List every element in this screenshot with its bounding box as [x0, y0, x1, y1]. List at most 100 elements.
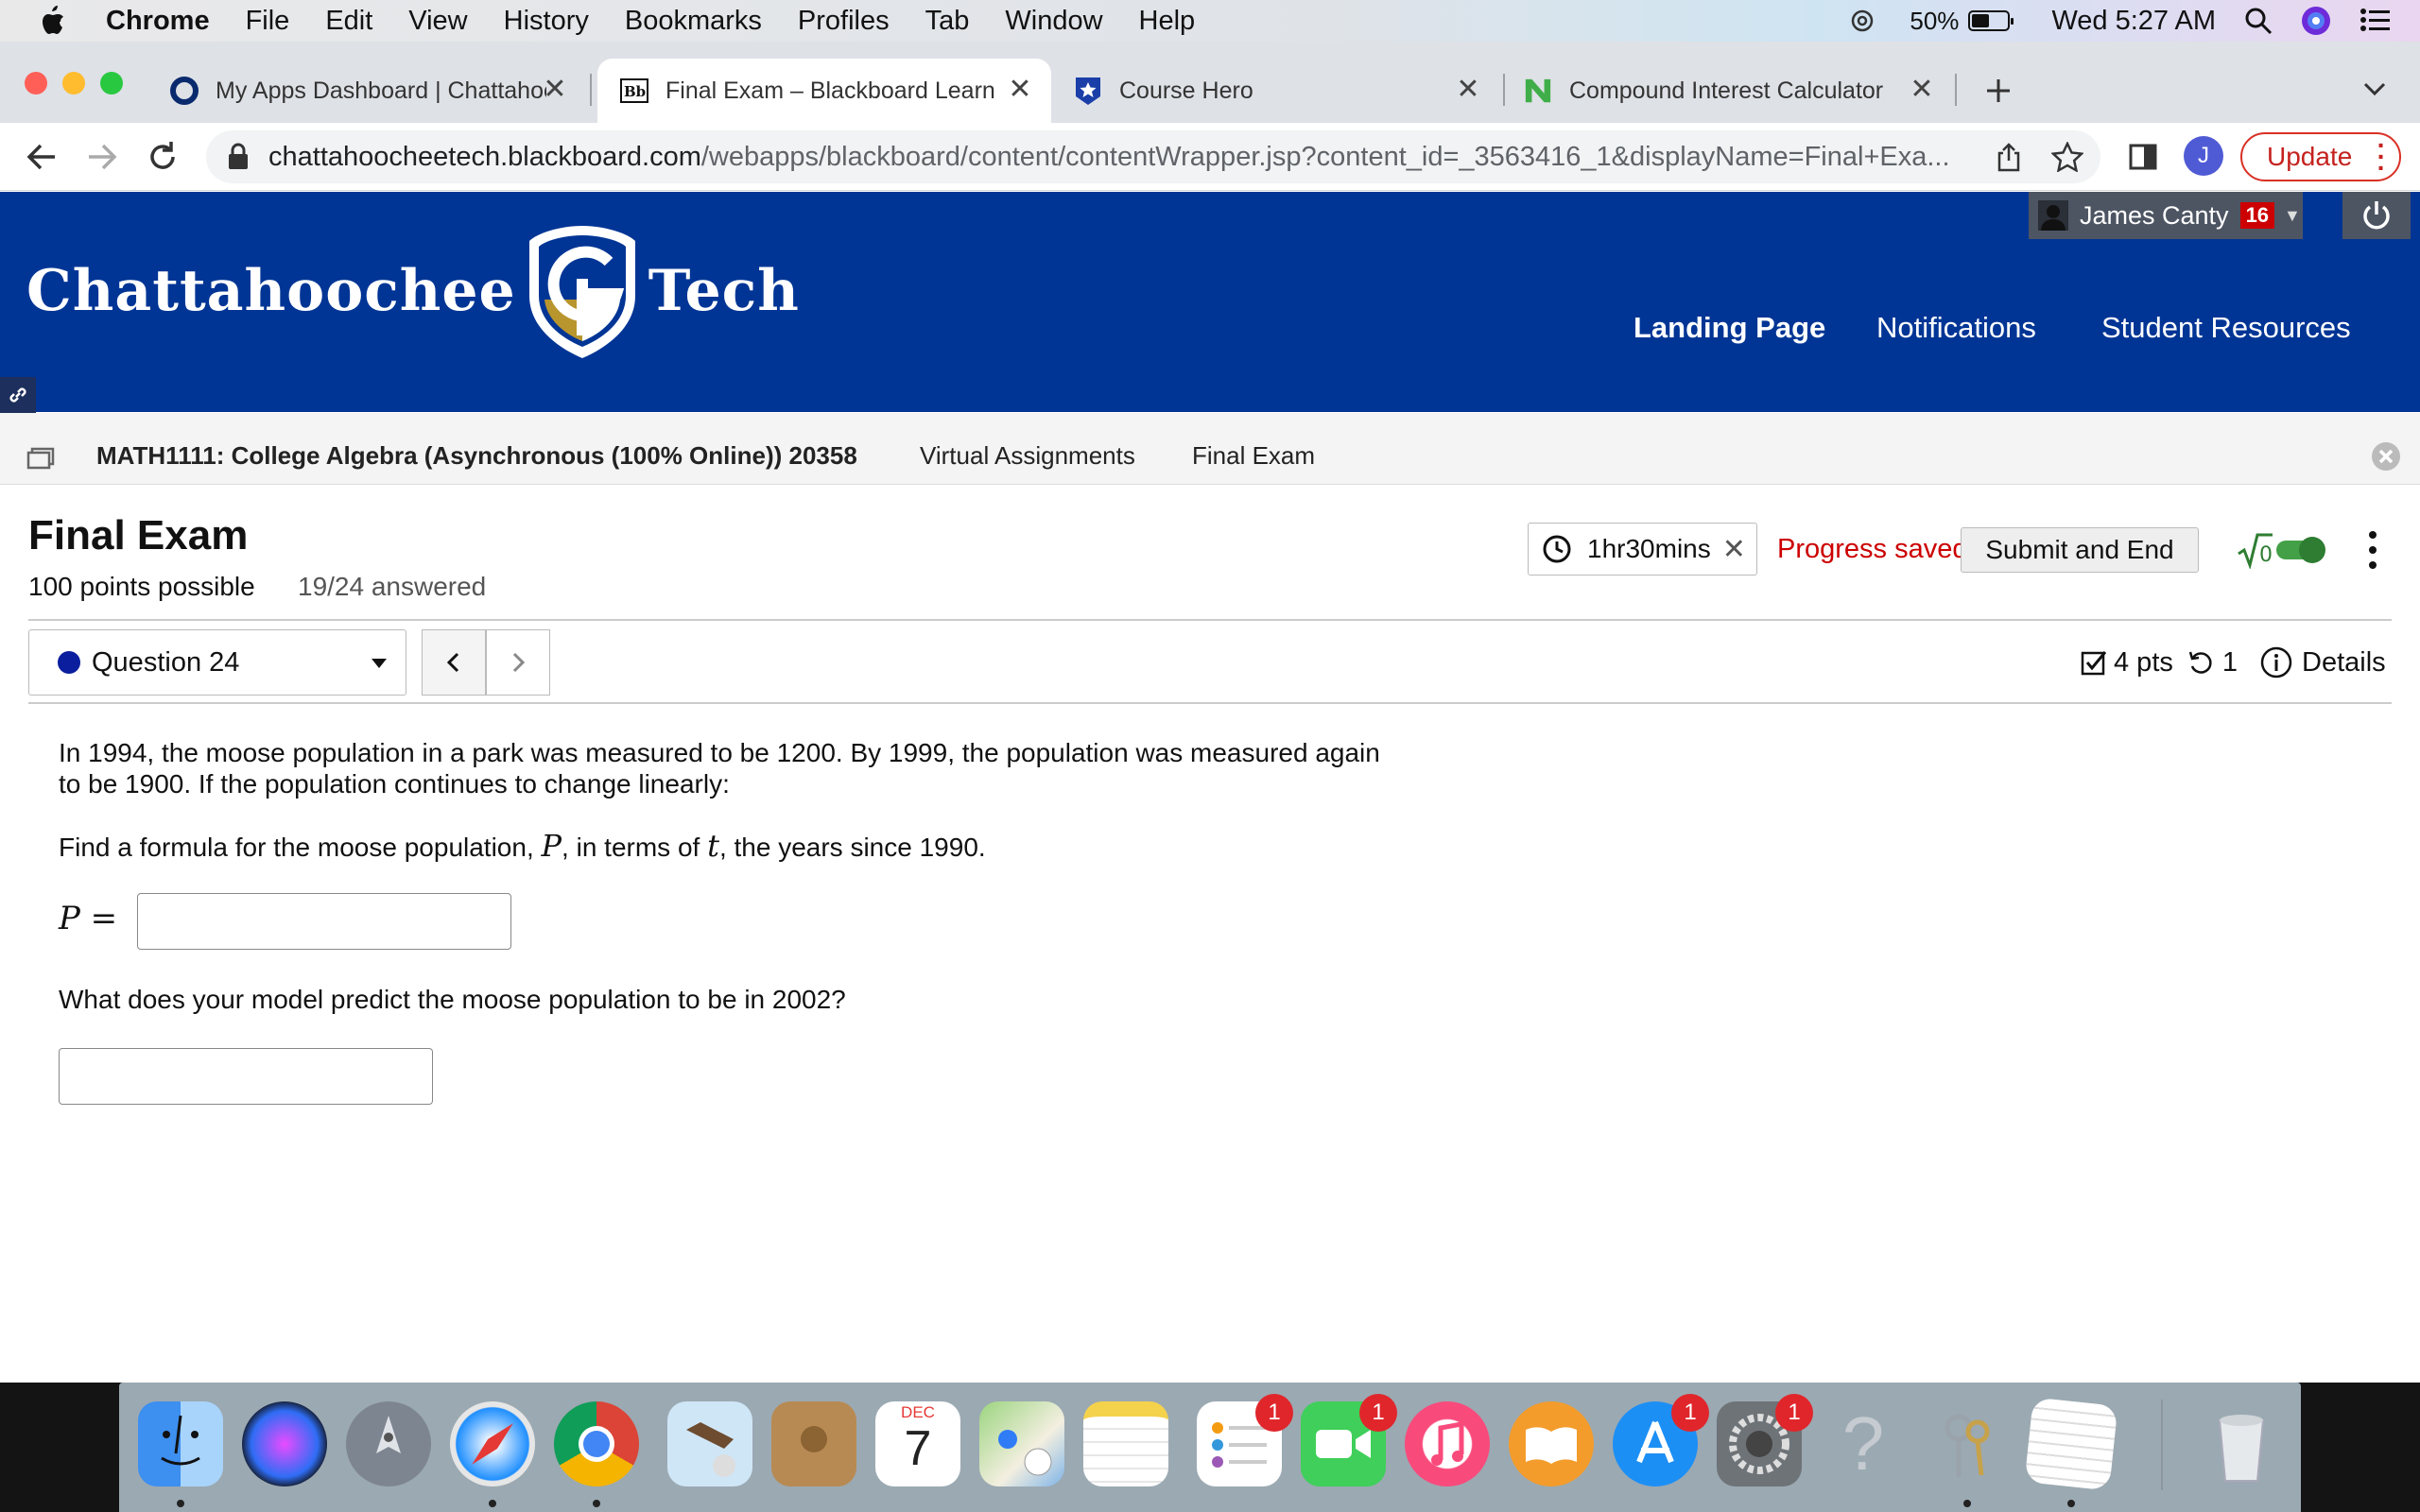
- question-meta: 4 pts 1 Details: [2080, 646, 2386, 679]
- caret-down-icon: ▼: [2284, 205, 2301, 225]
- svg-text:0: 0: [2259, 543, 2273, 567]
- facetime-icon[interactable]: 1: [1301, 1394, 1397, 1486]
- lock-icon[interactable]: [227, 143, 250, 171]
- logout-button[interactable]: [2342, 192, 2411, 239]
- chevron-left-icon: [446, 652, 459, 673]
- bookmark-star-icon[interactable]: [2051, 142, 2083, 172]
- menu-app-name[interactable]: Chrome: [106, 6, 210, 37]
- user-menu[interactable]: James Canty 16 ▼: [2029, 192, 2303, 239]
- nav-landing-page[interactable]: Landing Page: [1634, 311, 1825, 345]
- close-circle-icon[interactable]: [2371, 441, 2401, 472]
- trash-icon[interactable]: [2199, 1401, 2284, 1486]
- spotlight-search-icon[interactable]: [2244, 7, 2273, 35]
- textedit-icon[interactable]: [2024, 1397, 2118, 1491]
- contacts-icon[interactable]: [771, 1401, 856, 1486]
- formula-answer-input[interactable]: [137, 893, 511, 950]
- tab-strip: My Apps Dashboard | Chattahoochee Tech ✕…: [0, 42, 2420, 123]
- reload-icon[interactable]: [144, 138, 182, 176]
- breadcrumb-virtual-assignments[interactable]: Virtual Assignments: [920, 441, 1135, 471]
- link-icon[interactable]: [0, 377, 36, 413]
- window-zoom-button[interactable]: [100, 72, 123, 94]
- share-icon[interactable]: [1995, 142, 2023, 172]
- svg-text:Bb: Bb: [624, 83, 646, 100]
- control-center-icon[interactable]: [2360, 8, 2392, 34]
- question-status-dot: [58, 651, 80, 674]
- tab-compound-interest[interactable]: Compound Interest Calculator ✕: [1509, 59, 1953, 123]
- submit-and-end-button[interactable]: Submit and End: [1961, 527, 2199, 573]
- wifi-sync-icon[interactable]: [1843, 7, 1881, 35]
- tab-my-apps-dashboard[interactable]: My Apps Dashboard | Chattahoochee Tech ✕: [151, 59, 586, 123]
- maps-icon[interactable]: [979, 1401, 1064, 1486]
- books-icon[interactable]: [1509, 1401, 1594, 1486]
- prediction-answer-input[interactable]: [59, 1048, 433, 1105]
- keychain-icon[interactable]: [1925, 1401, 2010, 1486]
- timer-value: 1hr30mins: [1587, 534, 1711, 563]
- menu-clock[interactable]: Wed 5:27 AM: [2051, 6, 2216, 37]
- close-icon[interactable]: ✕: [541, 76, 569, 104]
- battery-icon[interactable]: [1968, 10, 2014, 31]
- menu-tab[interactable]: Tab: [925, 6, 970, 37]
- profile-avatar[interactable]: J: [2184, 136, 2223, 176]
- details-link[interactable]: Details: [2302, 647, 2386, 679]
- notification-badge: 1: [1255, 1394, 1293, 1432]
- tab-course-hero[interactable]: Course Hero ✕: [1055, 59, 1499, 123]
- side-panel-icon[interactable]: [2129, 144, 2157, 170]
- safari-icon[interactable]: [450, 1401, 535, 1486]
- help-icon[interactable]: ?: [1821, 1401, 1906, 1486]
- divider: [28, 619, 2392, 621]
- notes-icon[interactable]: [1083, 1401, 1168, 1486]
- mail-icon[interactable]: [667, 1401, 752, 1486]
- nav-notifications[interactable]: Notifications: [1876, 311, 2036, 345]
- retry-icon: [2188, 651, 2212, 674]
- menu-help[interactable]: Help: [1139, 6, 1196, 37]
- app-store-icon[interactable]: 1: [1613, 1394, 1709, 1486]
- launchpad-icon[interactable]: [346, 1401, 431, 1486]
- system-preferences-icon[interactable]: 1: [1717, 1394, 1813, 1486]
- music-icon[interactable]: [1405, 1401, 1490, 1486]
- address-bar[interactable]: chattahoocheetech.blackboard.com/webapps…: [206, 130, 2100, 183]
- info-icon[interactable]: [2260, 646, 2292, 679]
- back-arrow-icon[interactable]: [23, 138, 60, 176]
- nav-student-resources[interactable]: Student Resources: [2101, 311, 2351, 345]
- forward-arrow-icon[interactable]: [83, 138, 121, 176]
- chevron-right-icon: [512, 652, 526, 673]
- menu-edit[interactable]: Edit: [325, 6, 372, 37]
- calendar-icon[interactable]: DEC 7: [875, 1401, 960, 1486]
- answer-label-p: P =: [59, 900, 118, 937]
- update-button[interactable]: Update · · ·: [2240, 132, 2401, 181]
- close-icon[interactable]: ✕: [1722, 533, 1746, 566]
- apple-menu-icon[interactable]: [38, 5, 66, 37]
- chattahoochee-tech-logo[interactable]: Chattahoochee Tech: [26, 220, 800, 362]
- more-options-icon[interactable]: [2363, 527, 2382, 573]
- finder-icon[interactable]: [138, 1401, 223, 1486]
- menu-window[interactable]: Window: [1005, 6, 1102, 37]
- page-title: Final Exam: [28, 512, 249, 558]
- breadcrumb: MATH1111: College Algebra (Asynchronous …: [0, 413, 2420, 485]
- menu-file[interactable]: File: [246, 6, 290, 37]
- math-entry-toggle[interactable]: 0: [2237, 529, 2327, 571]
- close-icon[interactable]: ✕: [1006, 76, 1034, 104]
- breadcrumb-course[interactable]: MATH1111: College Algebra (Asynchronous …: [96, 441, 857, 471]
- caret-down-icon: [372, 659, 387, 668]
- window-minimize-button[interactable]: [62, 72, 85, 94]
- menu-profiles[interactable]: Profiles: [798, 6, 890, 37]
- next-question-button[interactable]: [486, 629, 550, 696]
- tab-title: Compound Interest Calculator: [1569, 77, 1884, 104]
- menu-bookmarks[interactable]: Bookmarks: [625, 6, 762, 37]
- timer-widget[interactable]: 1hr30mins ✕: [1528, 523, 1757, 576]
- siri-icon[interactable]: [2301, 6, 2331, 36]
- siri-icon[interactable]: [242, 1401, 327, 1486]
- menu-view[interactable]: View: [408, 6, 467, 37]
- close-icon[interactable]: ✕: [1454, 76, 1482, 104]
- reminders-icon[interactable]: 1: [1197, 1394, 1293, 1486]
- chrome-icon[interactable]: [554, 1401, 639, 1486]
- close-icon[interactable]: ✕: [1908, 76, 1936, 104]
- course-menu-toggle-icon[interactable]: [26, 447, 55, 470]
- window-close-button[interactable]: [25, 72, 47, 94]
- tab-search-chevron-icon[interactable]: [2361, 79, 2388, 98]
- previous-question-button[interactable]: [422, 629, 486, 696]
- menu-history[interactable]: History: [504, 6, 589, 37]
- question-selector[interactable]: Question 24: [28, 629, 406, 696]
- new-tab-icon[interactable]: [1983, 76, 2014, 106]
- tab-final-exam[interactable]: Bb Final Exam – Blackboard Learn ✕: [597, 59, 1051, 123]
